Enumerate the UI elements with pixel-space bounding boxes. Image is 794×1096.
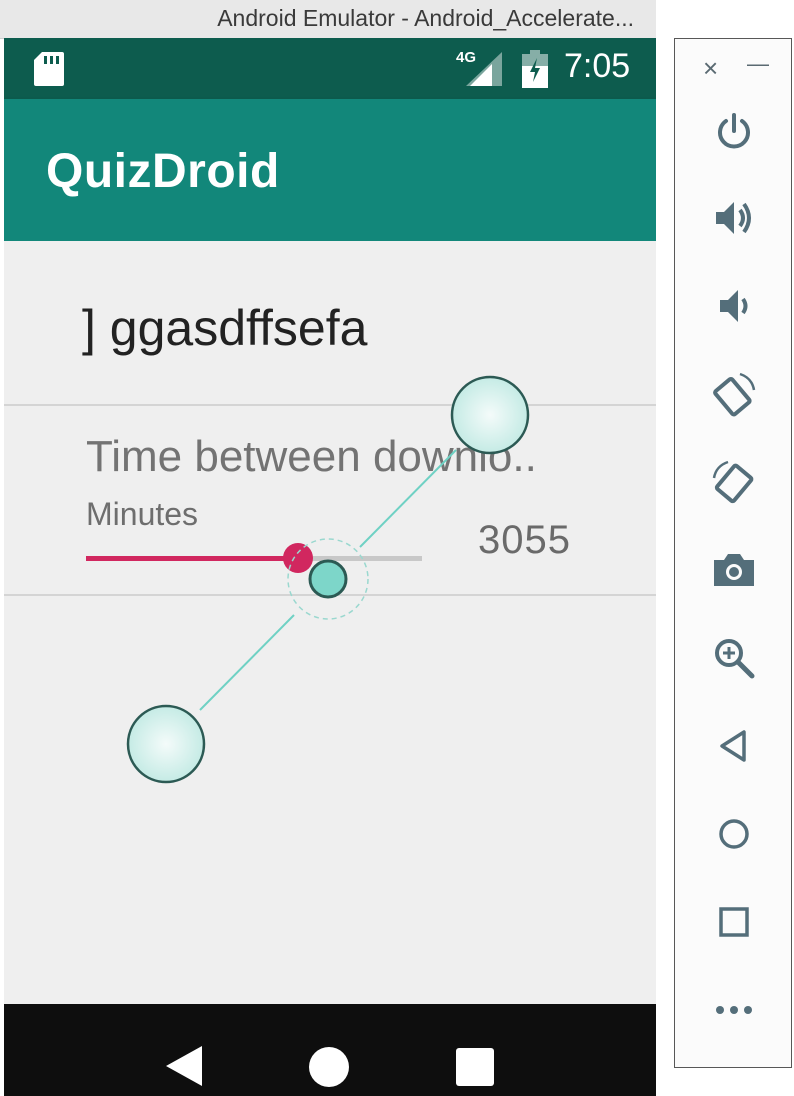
home-icon[interactable] (308, 1046, 350, 1088)
volume-up-button[interactable] (701, 185, 767, 251)
minimize-button[interactable]: — (747, 51, 769, 77)
emulator-overview-button[interactable] (701, 889, 767, 955)
close-button[interactable]: × (703, 53, 718, 84)
emulator-sidebar: × — (674, 38, 792, 1068)
emulator-back-button[interactable] (701, 713, 767, 779)
power-button[interactable] (701, 98, 767, 164)
window-titlebar[interactable]: Android Emulator - Android_Accelerate... (0, 0, 656, 39)
rotate-left-button[interactable] (701, 361, 767, 427)
back-icon (720, 730, 746, 762)
overview-icon (719, 907, 749, 937)
touch-point-top (450, 375, 530, 455)
navigation-bar (4, 1004, 656, 1096)
emulator-home-button[interactable] (701, 801, 767, 867)
touch-point-bottom (126, 704, 206, 784)
more-button[interactable] (701, 977, 767, 1043)
emulator-screen[interactable]: 4G 7:05 QuizDroid ] ggasdffsefa Time bet… (4, 38, 656, 1096)
volume-down-button[interactable] (701, 273, 767, 339)
back-icon[interactable] (164, 1046, 204, 1086)
multitouch-overlay (126, 375, 530, 784)
zoom-icon (715, 639, 755, 679)
recents-icon[interactable] (456, 1048, 494, 1086)
volume-up-icon (716, 202, 751, 234)
touch-connector-line (199, 614, 295, 711)
screenshot-button[interactable] (701, 537, 767, 603)
camera-icon (714, 554, 754, 586)
more-icon (716, 1006, 752, 1014)
touch-center-point (308, 559, 348, 599)
rotate-right-button[interactable] (701, 449, 767, 515)
window-title: Android Emulator - Android_Accelerate... (217, 5, 634, 31)
rotate-right-icon (712, 460, 754, 504)
power-icon (718, 113, 750, 149)
touch-connector-line (359, 449, 457, 548)
zoom-button[interactable] (701, 625, 767, 691)
rotate-left-icon (713, 372, 756, 417)
home-icon (719, 819, 749, 849)
volume-down-icon (720, 290, 748, 322)
